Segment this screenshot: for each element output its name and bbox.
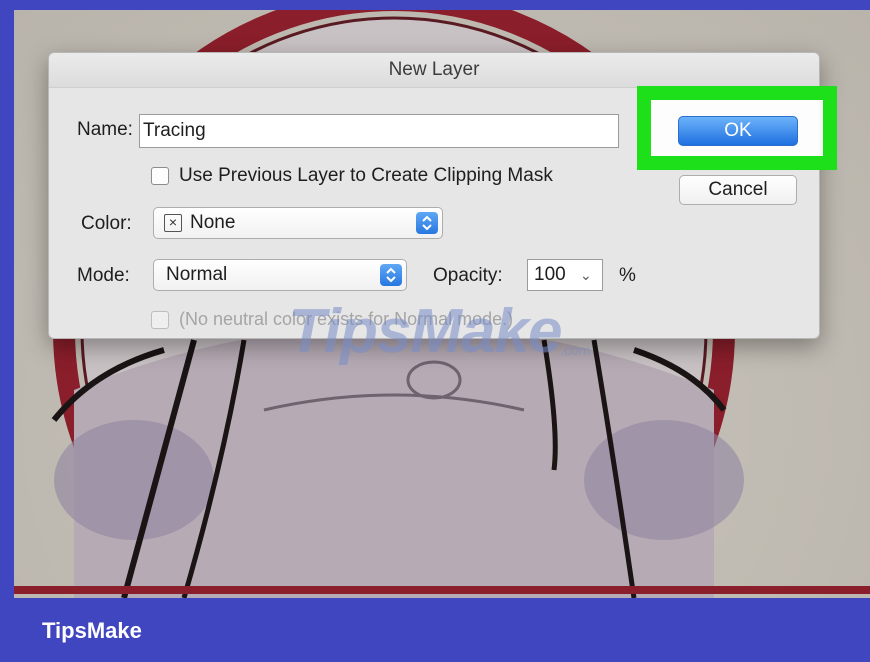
- opacity-label: Opacity:: [433, 265, 503, 286]
- mode-select[interactable]: Normal: [153, 259, 407, 291]
- watermark-suffix: .com: [560, 342, 591, 358]
- color-value: None: [190, 212, 236, 233]
- neutral-color-checkbox: [151, 311, 169, 329]
- color-stepper-icon: [416, 212, 438, 234]
- opacity-combo[interactable]: 100 ⌄: [527, 259, 603, 291]
- name-label: Name:: [77, 119, 133, 140]
- mode-stepper-icon: [380, 264, 402, 286]
- cancel-button[interactable]: Cancel: [679, 175, 797, 205]
- opacity-unit: %: [619, 265, 636, 286]
- color-label: Color:: [81, 213, 132, 234]
- dialog-title: New Layer: [49, 53, 819, 88]
- color-select[interactable]: × None: [153, 207, 443, 239]
- watermark-text: TipsMake: [288, 297, 562, 366]
- clipping-mask-checkbox[interactable]: [151, 167, 169, 185]
- name-input[interactable]: Tracing: [139, 114, 619, 148]
- brand-logo: TipsMake: [42, 618, 142, 643]
- none-swatch-icon: ×: [164, 214, 182, 232]
- clipping-mask-label: Use Previous Layer to Create Clipping Ma…: [179, 165, 553, 186]
- mode-value: Normal: [166, 264, 228, 285]
- opacity-chevron-icon: ⌄: [580, 267, 592, 283]
- mode-label: Mode:: [77, 265, 130, 286]
- opacity-value: 100: [534, 264, 566, 285]
- ok-button[interactable]: OK: [678, 116, 798, 146]
